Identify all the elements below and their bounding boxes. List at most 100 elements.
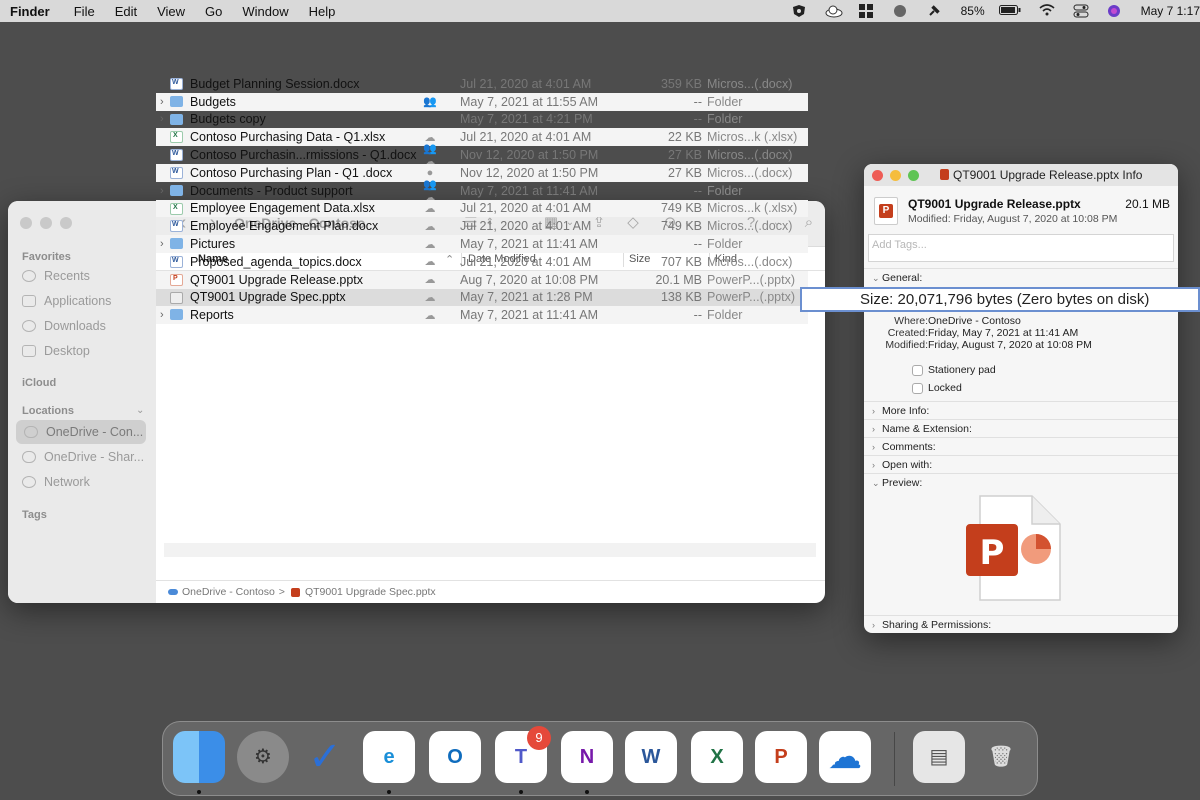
menu-window[interactable]: Window — [242, 4, 288, 19]
table-row[interactable]: › Documents - Product support 👥 ☁ May 7, 20… — [156, 179, 808, 204]
vpn-icon[interactable] — [893, 4, 909, 18]
table-row[interactable]: › Pictures ☁ May 7, 2021 at 11:41 AM -- Folde… — [156, 235, 808, 253]
dock-outlook-icon[interactable]: O — [429, 731, 481, 783]
locked-checkbox[interactable]: Locked — [912, 382, 962, 394]
table-row[interactable]: Proposed_agenda_topics.docx ☁ Jul 21, 2020… — [156, 253, 808, 271]
close-button[interactable] — [872, 170, 883, 181]
zoom-button[interactable] — [908, 170, 919, 181]
malwarebytes-icon[interactable] — [791, 4, 807, 18]
chevron-down-icon: ⌄ — [872, 273, 880, 283]
file-name[interactable]: Proposed_agenda_topics.docx — [190, 255, 362, 269]
section-more-info[interactable]: › More Info: — [864, 401, 1178, 419]
dock-todo-icon[interactable]: ✓ — [299, 731, 351, 783]
disclosure-triangle-icon[interactable]: › — [160, 185, 170, 197]
path-file[interactable]: QT9001 Upgrade Spec.pptx — [305, 586, 436, 598]
control-center-icon[interactable] — [1073, 4, 1089, 18]
file-name[interactable]: Contoso Purchasin...rmissions - Q1.docx — [190, 148, 416, 162]
table-row[interactable]: Employee Engagement Data.xlsx ☁ Jul 21, 20… — [156, 199, 808, 218]
sidebar-item-label: Downloads — [44, 319, 106, 333]
file-name[interactable]: Reports — [190, 308, 234, 322]
section-open-with[interactable]: › Open with: — [864, 455, 1178, 473]
file-name[interactable]: Employee Engagement Plan.docx — [190, 219, 378, 233]
table-row[interactable]: Budget Planning Session.docx Jul 21, 2020… — [156, 75, 808, 93]
section-sharing-permissions[interactable]: › Sharing & Permissions: — [864, 615, 1178, 633]
dock-finder-icon[interactable] — [173, 731, 225, 783]
excel-glyph: X — [710, 746, 724, 768]
table-row[interactable]: › Budgets copy May 7, 2021 at 4:21 PM -- Fol… — [156, 111, 808, 129]
table-row[interactable]: › Budgets 👥 May 7, 2021 at 11:55 AM -- Folder — [156, 92, 808, 111]
menu-view[interactable]: View — [157, 4, 185, 19]
menu-go[interactable]: Go — [205, 4, 222, 19]
dock-trash-icon[interactable]: 🗑 — [975, 731, 1027, 783]
chevron-right-icon: › — [872, 620, 875, 630]
dock-onedrive-icon[interactable]: ☁ — [819, 731, 871, 783]
file-name[interactable]: Budget Planning Session.docx — [190, 77, 360, 91]
dock-system-preferences-icon[interactable]: ⚙ — [237, 731, 289, 783]
section-preview[interactable]: ⌄ Preview: — [864, 473, 1178, 491]
disclosure-triangle-icon[interactable]: › — [160, 96, 170, 108]
menu-app-name[interactable]: Finder — [10, 4, 50, 19]
zoom-button[interactable] — [60, 217, 72, 229]
wifi-icon[interactable] — [1039, 4, 1055, 18]
disclosure-triangle-icon[interactable]: › — [160, 113, 170, 125]
file-name[interactable]: QT9001 Upgrade Release.pptx — [190, 273, 363, 287]
file-size: 20.1 MB — [655, 272, 702, 287]
table-row[interactable]: Contoso Purchasing Data - Q1.xlsx☁Jul 21… — [156, 128, 808, 147]
dock-edge-icon[interactable]: e — [363, 731, 415, 783]
file-name[interactable]: Contoso Purchasing Data - Q1.xlsx — [190, 130, 385, 144]
printer-glyph: ▤ — [929, 746, 949, 768]
file-kind: Folder — [707, 183, 743, 198]
file-name[interactable]: Contoso Purchasing Plan - Q1 .docx — [190, 166, 392, 180]
file-name[interactable]: Documents - Product support — [190, 184, 353, 198]
cloud-icon[interactable] — [825, 4, 843, 18]
path-root[interactable]: OneDrive - Contoso — [182, 586, 275, 598]
sidebar-item-applications[interactable]: Applications — [22, 294, 111, 308]
windows-icon[interactable] — [858, 4, 875, 18]
table-row[interactable]: Contoso Purchasin...rmissions - Q1.docx👥… — [156, 143, 808, 168]
file-date: Jul 21, 2020 at 4:01 AM — [460, 130, 592, 145]
sidebar-item-onedrive-shared[interactable]: OneDrive - Shar... — [22, 450, 144, 464]
file-name[interactable]: Budgets copy — [190, 112, 266, 126]
sidebar-item-desktop[interactable]: Desktop — [22, 344, 90, 358]
menu-help[interactable]: Help — [309, 4, 336, 19]
chevron-down-icon[interactable]: ⌄ — [136, 405, 144, 416]
sidebar-item-network[interactable]: Network — [22, 475, 90, 489]
section-general[interactable]: ⌄ General: — [864, 268, 1178, 286]
sidebar-item-downloads[interactable]: Downloads — [22, 319, 106, 333]
minimize-button[interactable] — [890, 170, 901, 181]
disclosure-triangle-icon[interactable]: › — [160, 309, 170, 321]
sidebar-section-tags: Tags — [22, 509, 47, 521]
chevron-right-icon: › — [872, 424, 875, 434]
info-modified: Modified: Friday, August 7, 2020 at 10:0… — [908, 213, 1118, 225]
dock-word-icon[interactable]: W — [625, 731, 677, 783]
close-button[interactable] — [20, 217, 32, 229]
section-comments[interactable]: › Comments: — [864, 437, 1178, 455]
menu-clock[interactable]: May 7 1:17 — [1141, 4, 1200, 18]
file-name[interactable]: Pictures — [190, 237, 235, 251]
sidebar-item-onedrive-contoso[interactable]: OneDrive - Con... — [16, 420, 146, 444]
dock-printer-icon[interactable]: ▤ — [913, 731, 965, 783]
file-name[interactable]: QT9001 Upgrade Spec.pptx — [190, 290, 346, 304]
menu-edit[interactable]: Edit — [115, 4, 137, 19]
sidebar-item-recents[interactable]: Recents — [22, 269, 90, 283]
menu-bar: Finder File Edit View Go Window Help 85%… — [0, 0, 1200, 22]
stationery-pad-checkbox[interactable]: Stationery pad — [912, 364, 996, 376]
dock-onenote-icon[interactable]: N — [561, 731, 613, 783]
table-row[interactable]: QT9001 Upgrade Spec.pptx ☁ May 7, 2021 at … — [156, 288, 808, 307]
siri-icon[interactable] — [1107, 4, 1123, 18]
tags-input[interactable]: Add Tags... — [868, 234, 1174, 262]
menu-file[interactable]: File — [74, 4, 95, 19]
dock-excel-icon[interactable]: X — [691, 731, 743, 783]
dock-powerpoint-icon[interactable]: P — [755, 731, 807, 783]
table-row[interactable]: Employee Engagement Plan.docx ☁ Jul 21, 20… — [156, 217, 808, 235]
table-row[interactable]: Contoso Purchasing Plan - Q1 .docx●Nov 1… — [156, 163, 808, 182]
file-name[interactable]: Employee Engagement Data.xlsx — [190, 201, 375, 215]
minimize-button[interactable] — [40, 217, 52, 229]
pin-icon[interactable] — [927, 4, 943, 18]
section-name-extension[interactable]: › Name & Extension: — [864, 419, 1178, 437]
battery-icon[interactable] — [998, 4, 1021, 18]
file-name[interactable]: Budgets — [190, 95, 236, 109]
table-row[interactable]: QT9001 Upgrade Release.pptx ☁ Aug 7, 2020 … — [156, 270, 808, 289]
table-row[interactable]: › Reports ☁ May 7, 2021 at 11:41 AM -- Folder — [156, 306, 808, 325]
disclosure-triangle-icon[interactable]: › — [160, 238, 170, 250]
